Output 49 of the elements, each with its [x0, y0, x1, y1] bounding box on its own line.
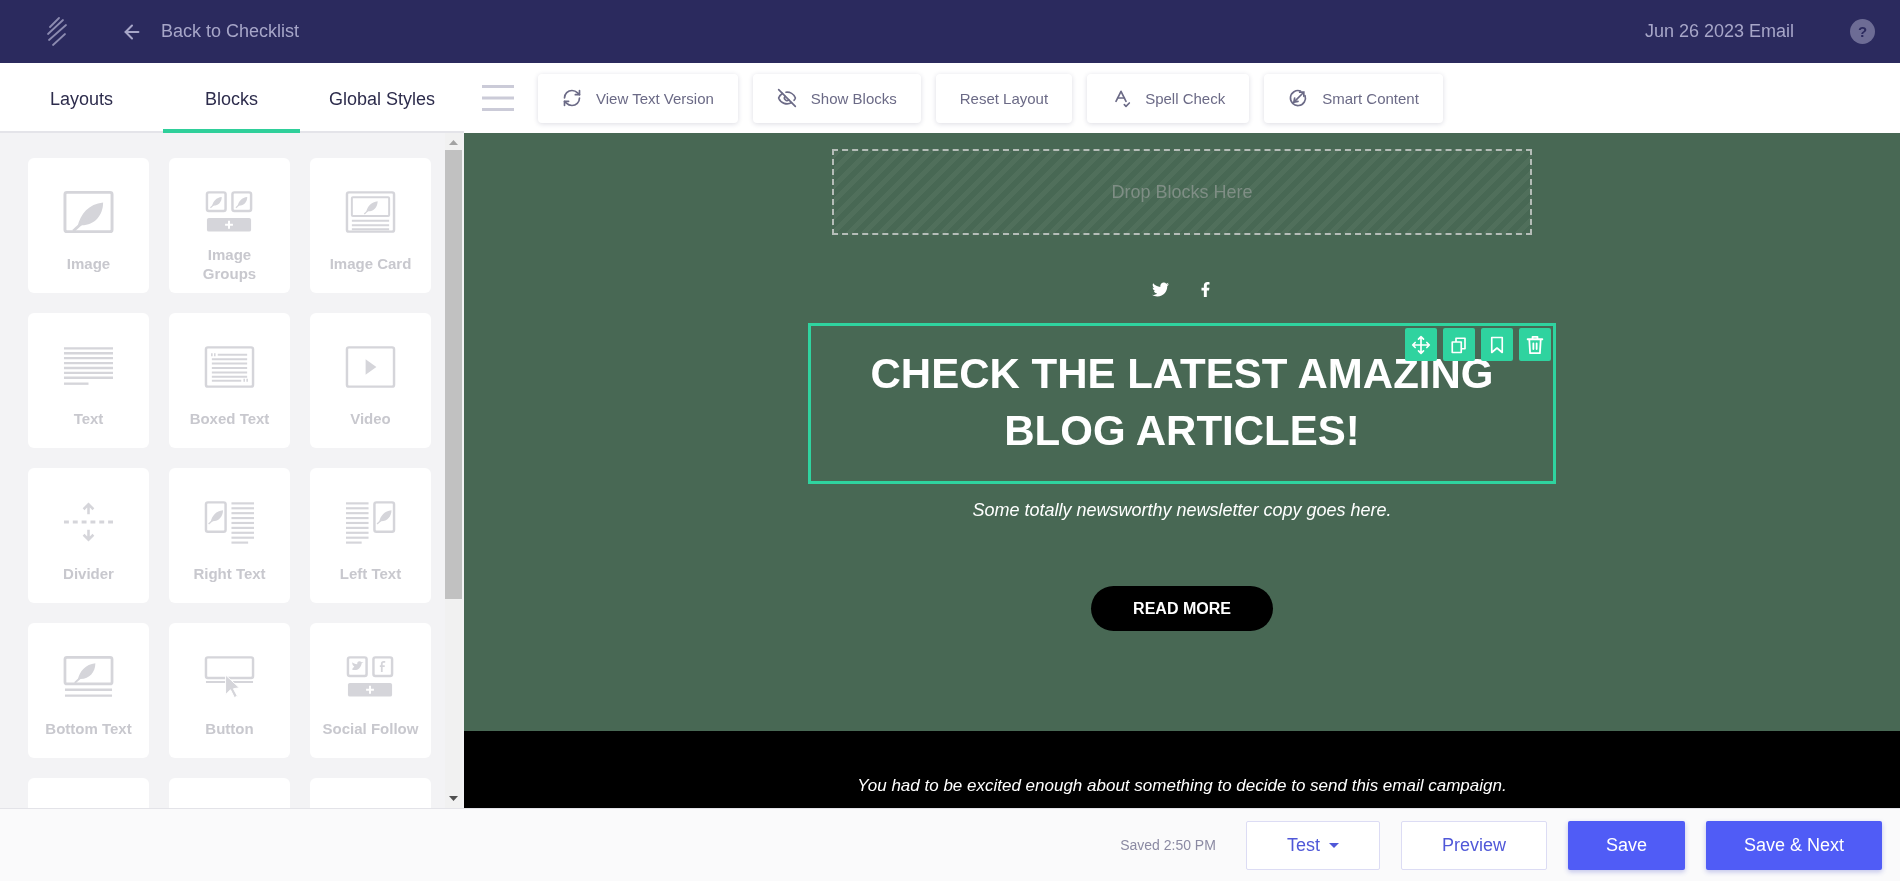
read-more-button[interactable]: READ MORE: [1091, 586, 1273, 631]
copy-icon: [1450, 335, 1468, 354]
email-heading: CHECK THE LATEST AMAZING BLOG ARTICLES!: [869, 349, 1495, 456]
spell-check-button[interactable]: Spell Check: [1087, 73, 1250, 123]
duplicate-button[interactable]: [1443, 328, 1475, 361]
boxed-text-icon: [204, 345, 255, 389]
panel-tab[interactable]: Global Styles: [300, 63, 464, 133]
eye-off-icon: [776, 88, 797, 108]
smart-content-button[interactable]: Smart Content: [1264, 73, 1443, 123]
scroll-up-icon[interactable]: [449, 140, 458, 145]
delete-button[interactable]: [1519, 328, 1551, 361]
reset-layout-button[interactable]: Reset Layout: [935, 73, 1073, 123]
test-button[interactable]: Test: [1245, 820, 1380, 870]
view-text-button[interactable]: View Text Version: [538, 73, 738, 123]
move-arrows-icon: [1411, 334, 1431, 355]
play-frame-icon: [345, 345, 396, 389]
picture-lines-below-icon: [63, 655, 114, 699]
scrollbar-thumb[interactable]: [445, 150, 462, 599]
picture-card-icon: [345, 190, 396, 234]
panel-tab[interactable]: Layouts: [0, 63, 163, 133]
social-tiles-icon: [345, 655, 396, 699]
footer-text: You had to be excited enough about something to decide to send this email campaign.: [857, 776, 1507, 796]
save-button[interactable]: Save: [1567, 820, 1685, 870]
lines-picture-right-icon: [345, 500, 396, 544]
caret-icon: [1328, 842, 1339, 848]
move-button[interactable]: [1405, 328, 1437, 361]
picture-group-icon: [204, 190, 255, 234]
trash-icon: [1526, 334, 1544, 355]
back-link[interactable]: Back to Checklist: [121, 20, 300, 43]
cursor-button-icon: [204, 655, 255, 699]
help-button[interactable]: ?: [1850, 19, 1875, 44]
circle-arrow-icon: [1288, 88, 1309, 108]
slanted-lines-logo: [46, 16, 68, 47]
refresh-icon: [562, 88, 582, 108]
picture-left-lines-icon: [204, 500, 255, 544]
selected-block[interactable]: CHECK THE LATEST AMAZING BLOG ARTICLES!: [808, 323, 1556, 484]
show-blocks-button[interactable]: Show Blocks: [752, 73, 921, 123]
save-next-button[interactable]: Save & Next: [1705, 820, 1882, 870]
bookmark-icon: [1489, 335, 1505, 354]
scroll-down-icon[interactable]: [449, 796, 458, 801]
menu-icon[interactable]: [482, 85, 514, 111]
intro-text: Some totally newsworthy newsletter copy goes here.: [972, 499, 1392, 521]
save-status: Saved 2:50 PM: [1120, 837, 1216, 853]
picture-frame-icon: [63, 190, 114, 234]
preview-button[interactable]: Preview: [1400, 820, 1547, 870]
bookmark-button[interactable]: [1481, 328, 1513, 361]
email-name: Jun 26 2023 Email: [1644, 21, 1794, 42]
bird-icon: [1151, 280, 1169, 298]
divider-arrows-icon: [63, 500, 114, 544]
